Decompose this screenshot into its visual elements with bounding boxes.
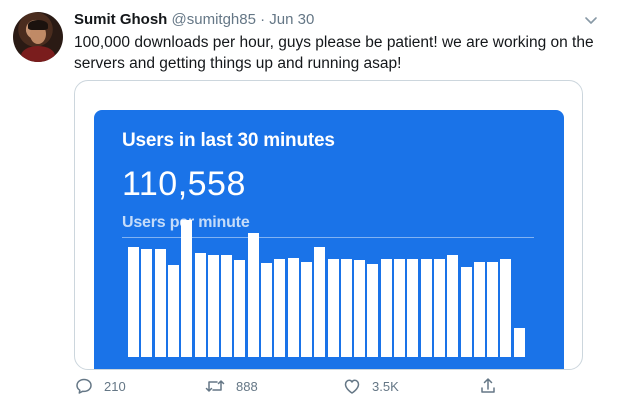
chart-bar	[327, 259, 339, 357]
analytics-panel: Users in last 30 minutes 110,558 Users p…	[94, 110, 564, 369]
chart-bar	[487, 261, 499, 357]
panel-value: 110,558	[122, 165, 246, 203]
chart-bar	[367, 264, 379, 357]
chart-bar	[181, 220, 193, 357]
chart-bar	[247, 232, 259, 357]
media-card[interactable]: Users in last 30 minutes 110,558 Users p…	[74, 80, 583, 370]
reply-count: 210	[104, 378, 126, 394]
chart-bar	[194, 252, 206, 357]
chart-bar	[447, 255, 459, 357]
like-button[interactable]: 3.5K	[342, 372, 399, 400]
chart-bar	[354, 260, 366, 357]
comment-icon	[74, 376, 94, 396]
retweet-icon	[204, 376, 226, 396]
chart-bar	[167, 265, 179, 357]
chart-bar	[407, 259, 419, 357]
chart-bar	[314, 246, 326, 357]
share-button[interactable]	[478, 372, 498, 400]
chart-bar	[500, 259, 512, 357]
chart-bar	[394, 259, 405, 357]
chart-bar	[460, 266, 472, 357]
chart-bar	[287, 257, 299, 357]
chart-bar	[340, 259, 352, 357]
chart-bar	[300, 261, 312, 357]
reply-button[interactable]: 210	[74, 372, 126, 400]
separator: ·	[260, 11, 266, 28]
chart-bar	[274, 259, 286, 357]
chart-bar	[420, 259, 432, 357]
panel-title: Users in last 30 minutes	[122, 130, 335, 151]
author-name[interactable]: Sumit Ghosh	[74, 11, 167, 28]
chart-bar	[380, 259, 392, 357]
chart-bar	[221, 255, 233, 357]
chevron-down-icon[interactable]	[581, 10, 601, 30]
tweet-text: 100,000 downloads per hour, guys please …	[74, 34, 594, 72]
heart-icon	[342, 376, 362, 396]
chart-bar	[513, 328, 525, 357]
chart-bar	[473, 261, 485, 357]
retweet-button[interactable]: 888	[204, 372, 258, 400]
chart-bar	[141, 249, 153, 357]
chart-bar	[128, 246, 139, 357]
tweet-date[interactable]: Jun 30	[269, 11, 314, 28]
chart-bar	[154, 249, 166, 357]
tweet-actions: 210 888 3.5K	[74, 372, 554, 400]
author-handle[interactable]: @sumitgh85	[172, 11, 256, 28]
chart-bar	[261, 262, 272, 357]
chart-bar	[207, 255, 219, 357]
like-count: 3.5K	[372, 378, 399, 394]
tweet-header: Sumit Ghosh @sumitgh85 · Jun 30	[74, 10, 314, 30]
avatar[interactable]	[13, 12, 63, 62]
chart-bar	[433, 259, 445, 357]
share-icon	[478, 376, 498, 396]
chart-bar	[234, 260, 246, 357]
retweet-count: 888	[236, 378, 258, 394]
